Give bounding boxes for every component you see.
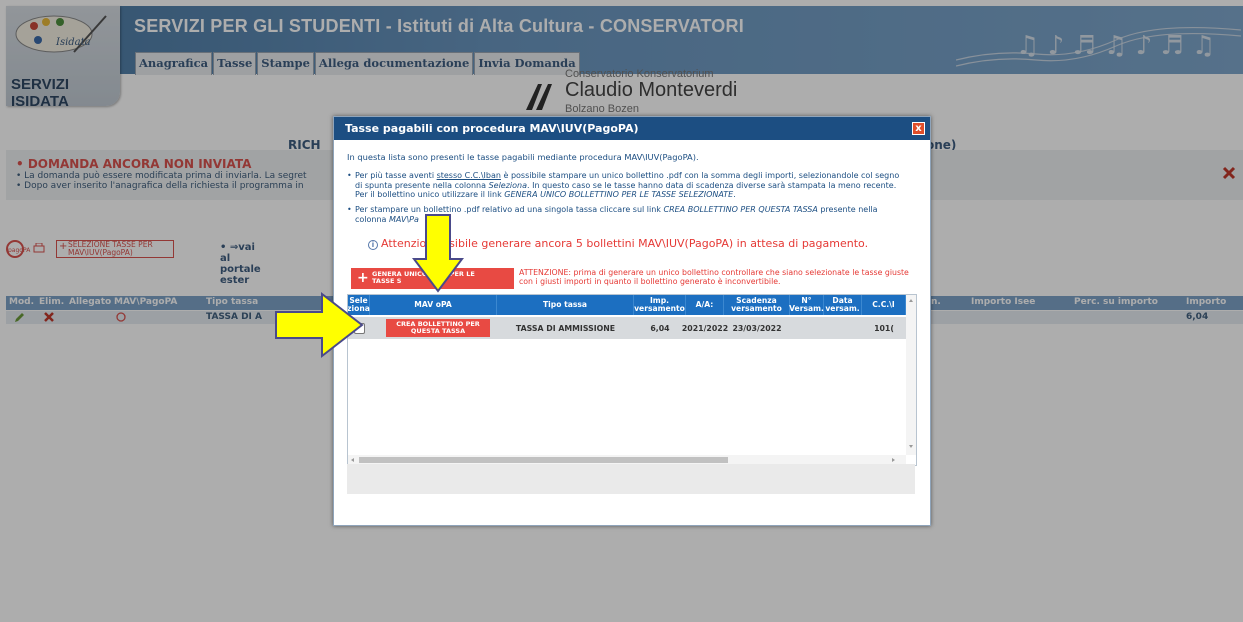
col-imp-versamento: Imp. versamento xyxy=(634,295,686,315)
col-mav-pagopa: MAV oPA xyxy=(370,295,497,315)
scroll-arrows-icon xyxy=(909,299,913,448)
bullet-multi-tasse: • Per più tasse aventi stesso C.C.\Iban … xyxy=(347,171,917,200)
scrollbar-thumb[interactable] xyxy=(359,457,728,463)
close-icon[interactable]: x xyxy=(912,122,925,135)
dialog-intro: In questa lista sono presenti le tasse p… xyxy=(347,152,699,162)
bullet-dot: • xyxy=(347,205,352,214)
bullet1-c: di spunta presente nella colonna xyxy=(355,180,489,190)
arrow-right-icon xyxy=(275,291,364,359)
cell-n-versam xyxy=(790,317,824,339)
bullet1-f: . xyxy=(733,190,736,199)
cell-anno: 2021/2022 xyxy=(681,323,729,333)
dialog-titlebar: Tasse pagabili con procedura MAV\IUV(Pag… xyxy=(334,117,930,140)
col-n-versam: N° Versam. xyxy=(789,295,824,315)
bullet1-a: Per più tasse aventi xyxy=(355,171,437,180)
bullet2-ai: CREA BOLLETTINO PER QUESTA TASSA xyxy=(663,205,818,214)
bullet1-b: è possibile stampare un unico bollettino… xyxy=(500,171,900,180)
cell-importo: 6,04 xyxy=(650,323,670,333)
dialog-footer xyxy=(347,464,915,494)
bullet2-c: colonna xyxy=(355,214,389,224)
col-tipo-tassa: Tipo tassa xyxy=(497,295,634,315)
vertical-scrollbar[interactable] xyxy=(906,295,916,455)
crea-bollettino-button[interactable]: CREA BOLLETTINO PER QUESTA TASSA xyxy=(386,319,490,337)
col-data-versam: Data versam. xyxy=(824,295,862,315)
bullet1-ei: GENERA UNICO BOLLETTINO PER LE TASSE SEL… xyxy=(504,190,734,199)
bullet1-d: . In questo caso se le tasse hanno data … xyxy=(527,180,897,190)
bullet1-e: Per il bollettino unico utilizzare il li… xyxy=(355,190,505,199)
bullet2-b: presente nella xyxy=(817,205,878,214)
plus-icon: + xyxy=(357,270,369,286)
cell-scadenza: 23/03/2022 xyxy=(732,323,782,333)
bullet-dot: • xyxy=(347,171,352,180)
info-icon: i xyxy=(368,240,378,250)
tasse-grid: Sele ziona MAV oPA Tipo tassa Imp. versa… xyxy=(347,294,917,466)
table-row: CREA BOLLETTINO PER QUESTA TASSA TASSA D… xyxy=(348,317,908,339)
col-aa: A/A: xyxy=(686,295,724,315)
col-cc-iban: C.C.\I xyxy=(862,295,906,315)
col-scadenza: Scadenza versamento xyxy=(724,295,790,315)
cell-cc-iban: 101( xyxy=(874,323,894,333)
tasse-pagopa-dialog: Tasse pagabili con procedura MAV\IUV(Pag… xyxy=(333,116,931,526)
bullet1-ci: Seleziona xyxy=(488,180,528,190)
bullet2-a: Per stampare un bollettino .pdf relativo… xyxy=(355,205,664,214)
dialog-title: Tasse pagabili con procedura MAV\IUV(Pag… xyxy=(345,122,639,135)
arrow-down-icon xyxy=(412,214,464,293)
warning-text: ATTENZIONE: prima di generare un unico b… xyxy=(519,268,909,286)
stesso-iban-link: stesso C.C.\Iban xyxy=(436,171,501,180)
cell-data-versam xyxy=(824,317,862,339)
cell-tipo-tassa: TASSA DI AMMISSIONE xyxy=(515,323,616,333)
